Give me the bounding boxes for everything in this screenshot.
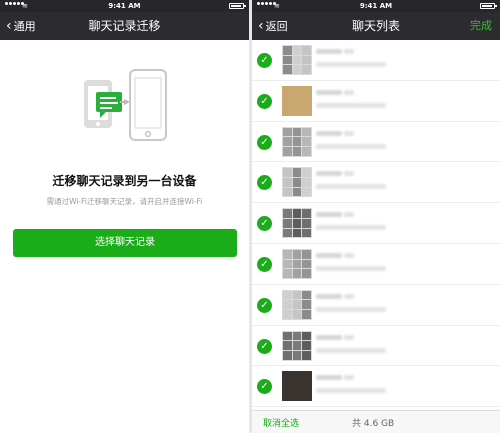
status-time: 9:41 AM (108, 2, 141, 10)
chat-row[interactable]: ✓ (252, 81, 500, 122)
deselect-all-button[interactable]: 取消全选 (263, 416, 299, 429)
battery-icon (480, 3, 497, 9)
blurred-text (316, 306, 386, 312)
battery-icon (229, 3, 246, 9)
blurred-text (316, 252, 342, 258)
blurred-text (316, 62, 386, 67)
chat-row[interactable]: ✓ (252, 40, 500, 81)
done-button[interactable]: 完成 (470, 12, 492, 40)
blurred-text (316, 293, 342, 299)
avatar (282, 208, 312, 239)
selected-check-icon[interactable]: ✓ (257, 175, 272, 191)
blurred-text (316, 375, 342, 381)
selected-check-icon[interactable]: ✓ (257, 93, 272, 109)
select-chat-history-button[interactable]: 选择聊天记录 (13, 229, 237, 257)
avatar (282, 45, 312, 75)
blurred-text (344, 293, 354, 299)
avatar (282, 371, 312, 402)
blurred-text (344, 171, 354, 177)
status-bar: ≋ 9:41 AM (0, 0, 249, 12)
blurred-text (316, 225, 386, 231)
blurred-text (316, 143, 386, 149)
blurred-text (316, 265, 386, 271)
status-time: 9:41 AM (359, 2, 393, 10)
page-title: 聊天记录迁移 (88, 19, 161, 33)
blurred-text (344, 334, 354, 340)
bottom-toolbar: 取消全选 共 4.6 GB (252, 410, 500, 433)
blurred-text (316, 347, 386, 353)
blurred-text (316, 130, 342, 136)
chat-row[interactable]: ✓ (252, 122, 500, 163)
selected-check-icon[interactable]: ✓ (257, 379, 272, 395)
chat-row[interactable]: ✓ (252, 203, 500, 244)
wifi-hint-text: 需通过Wi-Fi迁移聊天记录，请开启并连接Wi-Fi (46, 197, 203, 206)
selected-check-icon[interactable]: ✓ (257, 53, 272, 68)
avatar (282, 289, 312, 320)
chat-row[interactable]: ✓ (252, 162, 500, 204)
migration-screen: ≋ 9:41 AM ‹ 通用 聊天记录迁移 迁移聊天记录到另一台设备 需通过Wi… (0, 0, 249, 433)
avatar (282, 126, 312, 157)
blurred-text (344, 212, 354, 218)
blurred-text (344, 252, 354, 258)
status-bar: ≋ 9:41 AM (252, 0, 500, 12)
selected-check-icon[interactable]: ✓ (257, 297, 272, 313)
chat-row[interactable]: ✓ (252, 244, 500, 285)
avatar (282, 330, 312, 361)
selected-check-icon[interactable]: ✓ (257, 134, 272, 150)
chat-row[interactable]: ✓ (252, 366, 500, 408)
blurred-text (316, 49, 342, 54)
avatar (282, 167, 312, 198)
migration-illustration-icon (84, 69, 167, 141)
navigation-bar: ‹ 返回 聊天列表 完成 (252, 12, 500, 40)
page-title: 聊天列表 (351, 19, 400, 33)
blurred-text (316, 102, 386, 108)
selected-check-icon[interactable]: ✓ (257, 338, 272, 354)
blurred-text (316, 89, 342, 95)
chat-list: ✓ ✓ ✓ ✓ ✓ ✓ ✓ ✓ ✓ (252, 40, 500, 410)
avatar (282, 85, 312, 116)
avatar (282, 248, 312, 279)
blurred-text (344, 49, 354, 54)
blurred-text (316, 212, 342, 218)
selected-check-icon[interactable]: ✓ (257, 216, 272, 232)
chat-row[interactable]: ✓ (252, 285, 500, 326)
migration-heading: 迁移聊天记录到另一台设备 (52, 174, 197, 188)
blurred-text (316, 171, 342, 177)
blurred-text (316, 334, 342, 340)
selected-check-icon[interactable]: ✓ (257, 256, 272, 272)
navigation-bar: ‹ 通用 聊天记录迁移 (0, 12, 249, 40)
chat-list-screen: ≋ 9:41 AM ‹ 返回 聊天列表 完成 ✓ ✓ ✓ ✓ ✓ ✓ ✓ ✓ ✓ 取消全选 共 … (252, 0, 500, 433)
blurred-text (344, 130, 354, 136)
total-size-label: 共 4.6 GB (352, 419, 395, 429)
chat-row[interactable]: ✓ (252, 326, 500, 367)
blurred-text (316, 388, 386, 394)
blurred-text (344, 375, 354, 381)
blurred-text (344, 89, 354, 95)
blurred-text (316, 184, 386, 190)
